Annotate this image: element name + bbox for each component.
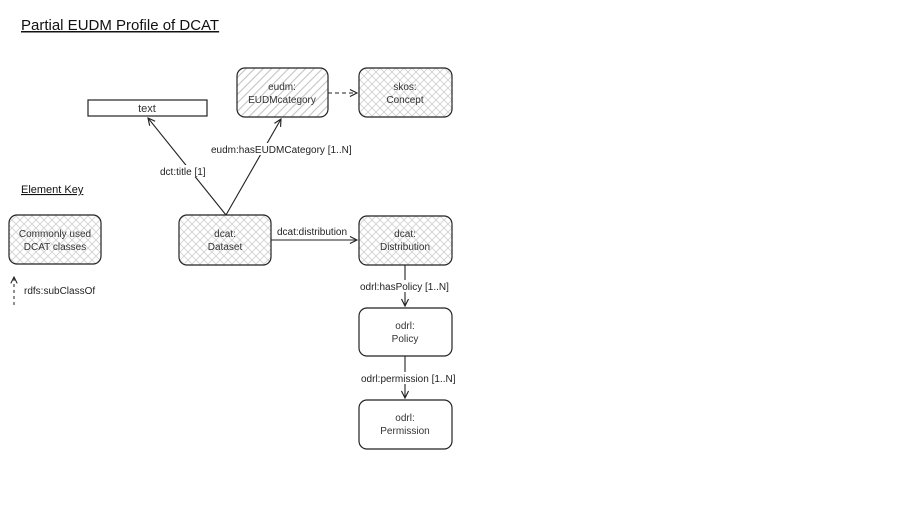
node-distribution-line1: dcat: (394, 229, 416, 240)
diagram-title: Partial EUDM Profile of DCAT (21, 17, 219, 34)
node-policy: odrl: Policy (358, 307, 453, 357)
node-dataset-line1: dcat: (214, 229, 236, 240)
node-skos-concept-line2: Concept (386, 95, 423, 106)
key-class-box: Commonly used DCAT classes (8, 214, 102, 265)
node-policy-line1: odrl: (395, 321, 414, 332)
key-class-line1: Commonly used (19, 229, 91, 240)
edge-permission-label: odrl:permission [1..N] (361, 374, 456, 385)
node-permission-line2: Permission (380, 426, 429, 437)
node-permission: odrl: Permission (358, 399, 453, 450)
node-eudm-category-line1: eudm: (268, 82, 296, 93)
node-dataset-line2: Dataset (208, 242, 243, 253)
node-distribution: dcat: Distribution (358, 215, 453, 266)
edge-has-policy-label: odrl:hasPolicy [1..N] (360, 282, 449, 293)
diagram-canvas: Partial EUDM Profile of DCAT Element Key… (8, 17, 463, 450)
edge-has-eudm-category-label: eudm:hasEUDMCategory [1..N] (211, 145, 352, 156)
node-text-label: text (138, 103, 156, 115)
node-policy-line2: Policy (392, 334, 419, 345)
key-subclass-label: rdfs:subClassOf (24, 286, 95, 297)
key-class-line2: DCAT classes (24, 242, 86, 253)
edge-dct-title-label: dct:title [1] (160, 167, 206, 178)
node-distribution-line2: Distribution (380, 242, 430, 253)
node-dataset: dcat: Dataset (178, 214, 272, 266)
edge-has-eudm-category (225, 119, 281, 216)
node-skos-concept-line1: skos: (393, 82, 416, 93)
node-text: text (87, 99, 208, 117)
node-eudm-category-line2: EUDMcategory (248, 95, 316, 106)
element-key-title: Element Key (21, 184, 84, 196)
node-eudm-category: eudm: EUDMcategory (236, 67, 329, 118)
edge-dcat-distribution-label: dcat:distribution (277, 227, 347, 238)
node-skos-concept: skos: Concept (358, 67, 453, 118)
node-permission-line1: odrl: (395, 413, 414, 424)
